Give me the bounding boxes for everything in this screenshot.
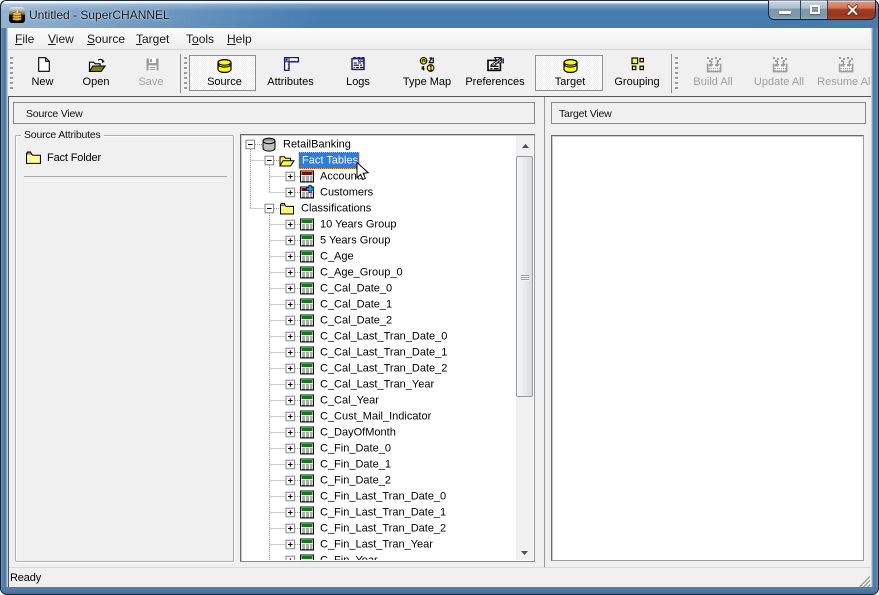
- svg-text:C_Fin_Last_Tran_Year: C_Fin_Last_Tran_Year: [320, 539, 433, 551]
- svg-text:C_Cal_Date_1: C_Cal_Date_1: [320, 299, 392, 311]
- svg-text:C_Age_Group_0: C_Age_Group_0: [320, 267, 403, 279]
- svg-text:C_Fin_Date_1: C_Fin_Date_1: [320, 459, 391, 471]
- svg-text:C_Fin_Last_Tran_Date_0: C_Fin_Last_Tran_Date_0: [320, 491, 446, 503]
- svg-text:C_Fin_Last_Tran_Date_1: C_Fin_Last_Tran_Date_1: [320, 507, 446, 519]
- svg-text:10 Years Group: 10 Years Group: [320, 219, 396, 231]
- svg-text:C_Fin_Date_0: C_Fin_Date_0: [320, 443, 391, 455]
- svg-text:C_Cal_Last_Tran_Date_0: C_Cal_Last_Tran_Date_0: [320, 331, 447, 343]
- svg-text:Fact Tables: Fact Tables: [302, 155, 359, 167]
- svg-text:C_Cal_Last_Tran_Date_1: C_Cal_Last_Tran_Date_1: [320, 347, 447, 359]
- svg-text:C_Cal_Date_2: C_Cal_Date_2: [320, 315, 392, 327]
- svg-text:C_Fin_Year: C_Fin_Year: [320, 555, 378, 561]
- svg-text:5 Years Group: 5 Years Group: [320, 235, 390, 247]
- svg-text:C_Cust_Mail_Indicator: C_Cust_Mail_Indicator: [320, 411, 432, 423]
- svg-text:C_Cal_Last_Tran_Year: C_Cal_Last_Tran_Year: [320, 379, 434, 391]
- svg-text:Customers: Customers: [320, 187, 374, 199]
- svg-text:C_Fin_Last_Tran_Date_2: C_Fin_Last_Tran_Date_2: [320, 523, 446, 535]
- svg-text:C_DayOfMonth: C_DayOfMonth: [320, 427, 396, 439]
- svg-text:C_Cal_Year: C_Cal_Year: [320, 395, 379, 407]
- svg-text:C_Age: C_Age: [320, 251, 354, 263]
- svg-text:C_Cal_Date_0: C_Cal_Date_0: [320, 283, 392, 295]
- svg-text:C_Fin_Date_2: C_Fin_Date_2: [320, 475, 391, 487]
- svg-text:C_Cal_Last_Tran_Date_2: C_Cal_Last_Tran_Date_2: [320, 363, 447, 375]
- svg-text:RetailBanking: RetailBanking: [283, 139, 351, 151]
- svg-text:Classifications: Classifications: [301, 203, 372, 215]
